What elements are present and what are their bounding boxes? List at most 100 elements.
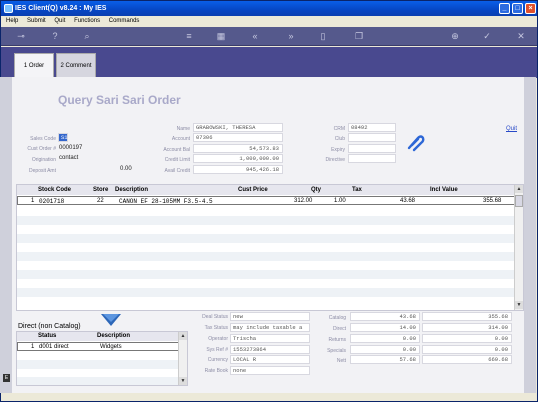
row-store: 22	[97, 198, 104, 204]
col-status: Status	[38, 333, 57, 339]
save-icon[interactable]: ▯	[317, 30, 329, 42]
scroll-up-icon[interactable]: ▲	[515, 185, 523, 193]
col-cust-price: Cust Price	[238, 187, 268, 193]
copy-icon[interactable]: ❐	[353, 30, 365, 42]
row-tax: 43.68	[400, 198, 416, 204]
help-icon[interactable]: ?	[49, 30, 61, 42]
table-row[interactable]: 1 d001 direct Widgets	[17, 342, 179, 351]
operator-field: Trischa	[230, 334, 310, 343]
row-qty: 1.00	[334, 198, 346, 204]
add-icon[interactable]: ⊕	[449, 30, 461, 42]
grid-header: Stock Code Store Description Cust Price …	[17, 185, 515, 195]
sys-ref-field: 1553273864	[230, 345, 310, 354]
window-title: IES Client(Q) v8.24 : My IES	[15, 5, 107, 12]
crm-field: 08492	[348, 123, 396, 132]
row-status: d001 direct	[39, 344, 69, 350]
sys-ref-label: Sys Ref #	[206, 347, 228, 353]
empty-row	[17, 360, 179, 369]
col-store: Store	[93, 187, 109, 193]
scroll-up-icon[interactable]: ▲	[179, 332, 187, 340]
direct-label: Direct	[332, 326, 346, 332]
last-page-icon[interactable]: »	[285, 30, 297, 42]
tab-comment[interactable]: 2 Comment	[56, 53, 96, 78]
col-description: Description	[97, 333, 131, 339]
scroll-down-icon[interactable]: ▼	[179, 377, 187, 385]
sales-code-label: Sales Code	[30, 136, 56, 142]
returns-tax: 0.00	[350, 334, 420, 343]
tax-status-field: may include taxable a	[230, 323, 310, 332]
minimize-button[interactable]: _	[499, 3, 510, 14]
cust-order-value: 0000197	[59, 145, 83, 151]
cancel-icon[interactable]: ✕	[515, 30, 527, 42]
search-icon[interactable]: ⌕	[81, 30, 93, 42]
toolbar: ⊸ ? ⌕ ≡ ▦ « » ▯ ❐ ⊕ ✓ ✕	[1, 27, 537, 46]
order-lines-grid: Stock Code Store Description Cust Price …	[16, 184, 524, 311]
catalog-value: 355.68	[422, 312, 512, 321]
menu-quit[interactable]: Quit	[54, 18, 65, 24]
col-incl-value: Incl Value	[430, 187, 458, 193]
maximize-button[interactable]: □	[512, 3, 523, 14]
name-label: Name	[176, 126, 190, 132]
empty-row	[17, 252, 515, 261]
status-icon: E	[3, 374, 10, 382]
grid-icon[interactable]: ▦	[215, 30, 227, 42]
first-page-icon[interactable]: «	[249, 30, 261, 42]
tab-order[interactable]: 1 Order	[14, 53, 54, 78]
menu-help[interactable]: Help	[6, 18, 18, 24]
tax-status-label: Tax Status	[204, 325, 228, 331]
crm-label: CRM	[333, 126, 345, 132]
menu-submit[interactable]: Submit	[27, 18, 46, 24]
left-margin	[0, 77, 12, 393]
menu-bar: Help Submit Quit Functions Commands	[1, 16, 537, 27]
attachment-icon[interactable]	[406, 134, 426, 152]
scroll-down-icon[interactable]: ▼	[515, 301, 523, 309]
operator-label: Operator	[208, 336, 228, 342]
row-description: Widgets	[100, 344, 122, 350]
rate-book-field: none	[230, 366, 310, 375]
menu-functions[interactable]: Functions	[74, 18, 100, 24]
account-bal-label: Account Bal	[163, 147, 190, 153]
list-icon[interactable]: ≡	[183, 30, 195, 42]
catalog-label: Catalog	[328, 315, 346, 321]
nett-label: Nett	[336, 358, 346, 364]
deal-status-label: Deal Status	[202, 314, 228, 320]
avail-credit-field: 945,426.18	[193, 165, 283, 174]
row-num: 1	[31, 344, 35, 350]
sales-code-field[interactable]: S1	[58, 133, 68, 142]
direct-value: 314.00	[422, 323, 512, 332]
nett-value: 669.68	[422, 355, 512, 364]
empty-row	[17, 270, 515, 279]
returns-label: Returns	[328, 337, 346, 343]
app-icon	[4, 4, 13, 13]
specials-value: 0.00	[422, 345, 512, 354]
directive-field	[348, 154, 396, 163]
grid-scrollbar[interactable]: ▲ ▼	[514, 185, 523, 310]
key-icon[interactable]: ⊸	[11, 30, 31, 42]
down-arrow-icon[interactable]	[101, 314, 121, 327]
table-row[interactable]: 1 0201718 22 CANON EF 28-105MM F3.5-4.5 …	[17, 196, 515, 205]
club-field	[348, 133, 396, 142]
deal-status-field: new	[230, 312, 310, 321]
scroll-thumb[interactable]	[515, 195, 523, 207]
avail-credit-label: Avail Credit	[164, 168, 190, 174]
menu-commands[interactable]: Commands	[109, 18, 140, 24]
row-description: CANON EF 28-105MM F3.5-4.5	[119, 198, 213, 205]
nett-tax: 57.68	[350, 355, 420, 364]
catalog-tax: 43.68	[350, 312, 420, 321]
col-description: Description	[115, 187, 149, 193]
right-margin	[524, 77, 536, 393]
confirm-icon[interactable]: ✓	[481, 30, 493, 42]
credit-limit-field: 1,000,000.00	[193, 154, 283, 163]
quit-link[interactable]: Quit	[506, 126, 517, 132]
deposit-label: Deposit Amt	[29, 168, 56, 174]
account-field: 07306	[193, 133, 283, 142]
rate-book-label: Rate Book	[204, 368, 228, 374]
empty-row	[17, 234, 515, 243]
direct-header: Status Description	[17, 332, 179, 341]
direct-scrollbar[interactable]: ▲ ▼	[178, 332, 187, 385]
close-button[interactable]: ×	[525, 3, 536, 14]
direct-grid: Status Description 1 d001 direct Widgets…	[16, 331, 188, 386]
col-qty: Qty	[311, 187, 322, 193]
credit-limit-label: Credit Limit	[164, 157, 190, 163]
cust-order-label: Cust Order #	[27, 146, 56, 152]
